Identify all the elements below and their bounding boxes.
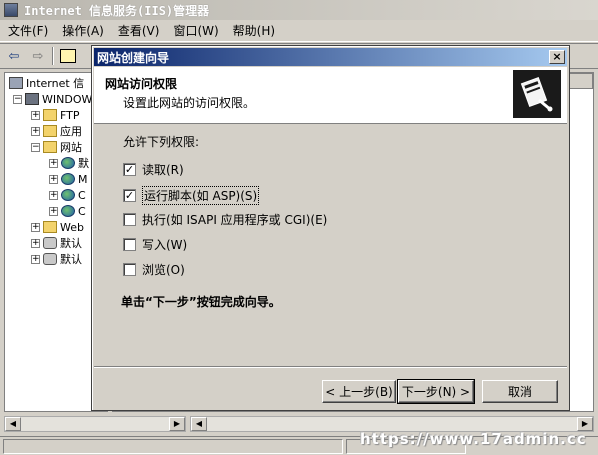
folder-icon <box>43 125 57 137</box>
tree-item-site[interactable]: + C <box>49 203 86 219</box>
tree-item-server[interactable]: − WINDOWS <box>13 91 99 107</box>
folder-icon <box>43 141 57 153</box>
expand-icon[interactable]: + <box>31 126 40 136</box>
dialog-body: 允许下列权限: ✓ 读取(R) ✓ 运行脚本(如 ASP)(S) 执行(如 IS… <box>94 125 567 365</box>
tree-item-label: 网站 <box>60 141 82 154</box>
tree-item-label: M <box>78 172 88 186</box>
tree-item-label: C <box>78 188 86 202</box>
permission-label: 浏览(O) <box>142 263 185 277</box>
globe-icon <box>61 189 75 201</box>
gear-icon <box>43 253 57 265</box>
tree-item-websites[interactable]: − 网站 <box>31 139 82 155</box>
collapse-icon[interactable]: − <box>13 94 22 104</box>
scroll-right-icon[interactable]: ▶ <box>169 417 185 431</box>
permission-label: 执行(如 ISAPI 应用程序或 CGI)(E) <box>142 213 328 227</box>
dialog-titlebar: 网站创建向导 × <box>94 48 567 66</box>
back-button[interactable]: < 上一步(B) <box>322 380 396 403</box>
expand-icon[interactable]: + <box>49 174 58 184</box>
tree-item-label: 应用 <box>60 125 82 138</box>
website-wizard-dialog: 网站创建向导 × 网站访问权限 设置此网站的访问权限。 允许下列权限: ✓ 读取… <box>91 45 570 411</box>
finish-instruction: 单击“下一步”按钮完成向导。 <box>121 295 281 309</box>
menu-file[interactable]: 文件(F) <box>4 22 58 39</box>
expand-icon[interactable]: + <box>31 238 40 248</box>
tree-item-label: 默认 <box>60 253 82 266</box>
expand-icon[interactable]: + <box>49 190 58 200</box>
scroll-left-icon[interactable]: ◀ <box>5 417 21 431</box>
menu-help[interactable]: 帮助(H) <box>229 22 285 39</box>
computer-icon <box>9 77 23 89</box>
dialog-divider <box>94 366 567 368</box>
next-button[interactable]: 下一步(N) > <box>397 379 475 404</box>
close-icon[interactable]: × <box>549 50 565 64</box>
scroll-left-icon[interactable]: ◀ <box>191 417 207 431</box>
permissions-label: 允许下列权限: <box>123 135 200 149</box>
tree-item-ftp[interactable]: + FTP <box>31 107 80 123</box>
tree-item-default-1[interactable]: + 默认 <box>31 235 82 251</box>
permission-label: 运行脚本(如 ASP)(S) <box>142 186 260 205</box>
expand-icon[interactable]: + <box>31 110 40 120</box>
server-icon <box>25 93 39 105</box>
permission-label: 写入(W) <box>142 238 188 252</box>
tree-item-site[interactable]: + 默 <box>49 155 89 171</box>
permission-write-checkbox[interactable]: 写入(W) <box>123 236 187 253</box>
status-cell <box>3 439 343 454</box>
tree-item-app[interactable]: + 应用 <box>31 123 82 139</box>
tree-item-label: 默 <box>78 157 89 170</box>
dialog-title: 网站创建向导 <box>97 50 170 65</box>
checkbox-unchecked-icon[interactable] <box>123 238 136 251</box>
expand-icon[interactable]: + <box>49 158 58 168</box>
tree-item-default-2[interactable]: + 默认 <box>31 251 82 267</box>
back-arrow-icon[interactable]: ⇦ <box>4 46 24 66</box>
collapse-icon[interactable]: − <box>31 142 40 152</box>
scroll-right-icon[interactable]: ▶ <box>577 417 593 431</box>
menu-action[interactable]: 操作(A) <box>58 22 114 39</box>
globe-icon <box>61 173 75 185</box>
tree-item-label: FTP <box>60 108 80 122</box>
watermark: https://www.17admin.cc <box>360 430 587 448</box>
checkbox-checked-icon[interactable]: ✓ <box>123 189 136 202</box>
tree-horizontal-scrollbar[interactable]: ◀ ▶ <box>4 416 186 432</box>
cancel-button[interactable]: 取消 <box>482 380 558 403</box>
menubar: 文件(F) 操作(A) 查看(V) 窗口(W) 帮助(H) <box>0 20 598 42</box>
tree-item-label: Internet 信 <box>26 77 85 90</box>
iis-app-icon <box>4 3 18 17</box>
tree-item-label: 默认 <box>60 237 82 250</box>
checkbox-unchecked-icon[interactable] <box>123 213 136 226</box>
toolbar-separator <box>52 47 54 65</box>
tree-item-site[interactable]: + C <box>49 187 86 203</box>
up-folder-icon[interactable] <box>58 46 78 66</box>
tree-item-web-ext[interactable]: + Web <box>31 219 84 235</box>
expand-icon[interactable]: + <box>49 206 58 216</box>
permission-script-checkbox[interactable]: ✓ 运行脚本(如 ASP)(S) <box>123 186 260 205</box>
tree-item-label: C <box>78 204 86 218</box>
tree-item-root[interactable]: Internet 信 <box>9 75 84 91</box>
menu-view[interactable]: 查看(V) <box>114 22 170 39</box>
window-titlebar: Internet 信息服务(IIS)管理器 <box>0 0 598 20</box>
dialog-subheading: 设置此网站的访问权限。 <box>123 96 256 110</box>
tree-item-site[interactable]: + M <box>49 171 88 187</box>
tree-item-label: Web <box>60 220 84 234</box>
checkbox-checked-icon[interactable]: ✓ <box>123 163 136 176</box>
gear-icon <box>43 237 57 249</box>
permission-browse-checkbox[interactable]: 浏览(O) <box>123 261 185 278</box>
window-title: Internet 信息服务(IIS)管理器 <box>24 3 210 18</box>
folder-icon <box>43 109 57 121</box>
expand-icon[interactable]: + <box>31 254 40 264</box>
permission-read-checkbox[interactable]: ✓ 读取(R) <box>123 161 184 178</box>
forward-arrow-icon[interactable]: ⇨ <box>28 46 48 66</box>
expand-icon[interactable]: + <box>31 222 40 232</box>
globe-icon <box>61 157 75 169</box>
globe-icon <box>61 205 75 217</box>
dialog-heading: 网站访问权限 <box>105 77 178 91</box>
wizard-icon <box>513 70 561 118</box>
permission-label: 读取(R) <box>142 163 184 177</box>
checkbox-unchecked-icon[interactable] <box>123 263 136 276</box>
menu-window[interactable]: 窗口(W) <box>169 22 228 39</box>
folder-icon <box>43 221 57 233</box>
dialog-header: 网站访问权限 设置此网站的访问权限。 <box>94 67 567 124</box>
permission-execute-checkbox[interactable]: 执行(如 ISAPI 应用程序或 CGI)(E) <box>123 211 327 228</box>
